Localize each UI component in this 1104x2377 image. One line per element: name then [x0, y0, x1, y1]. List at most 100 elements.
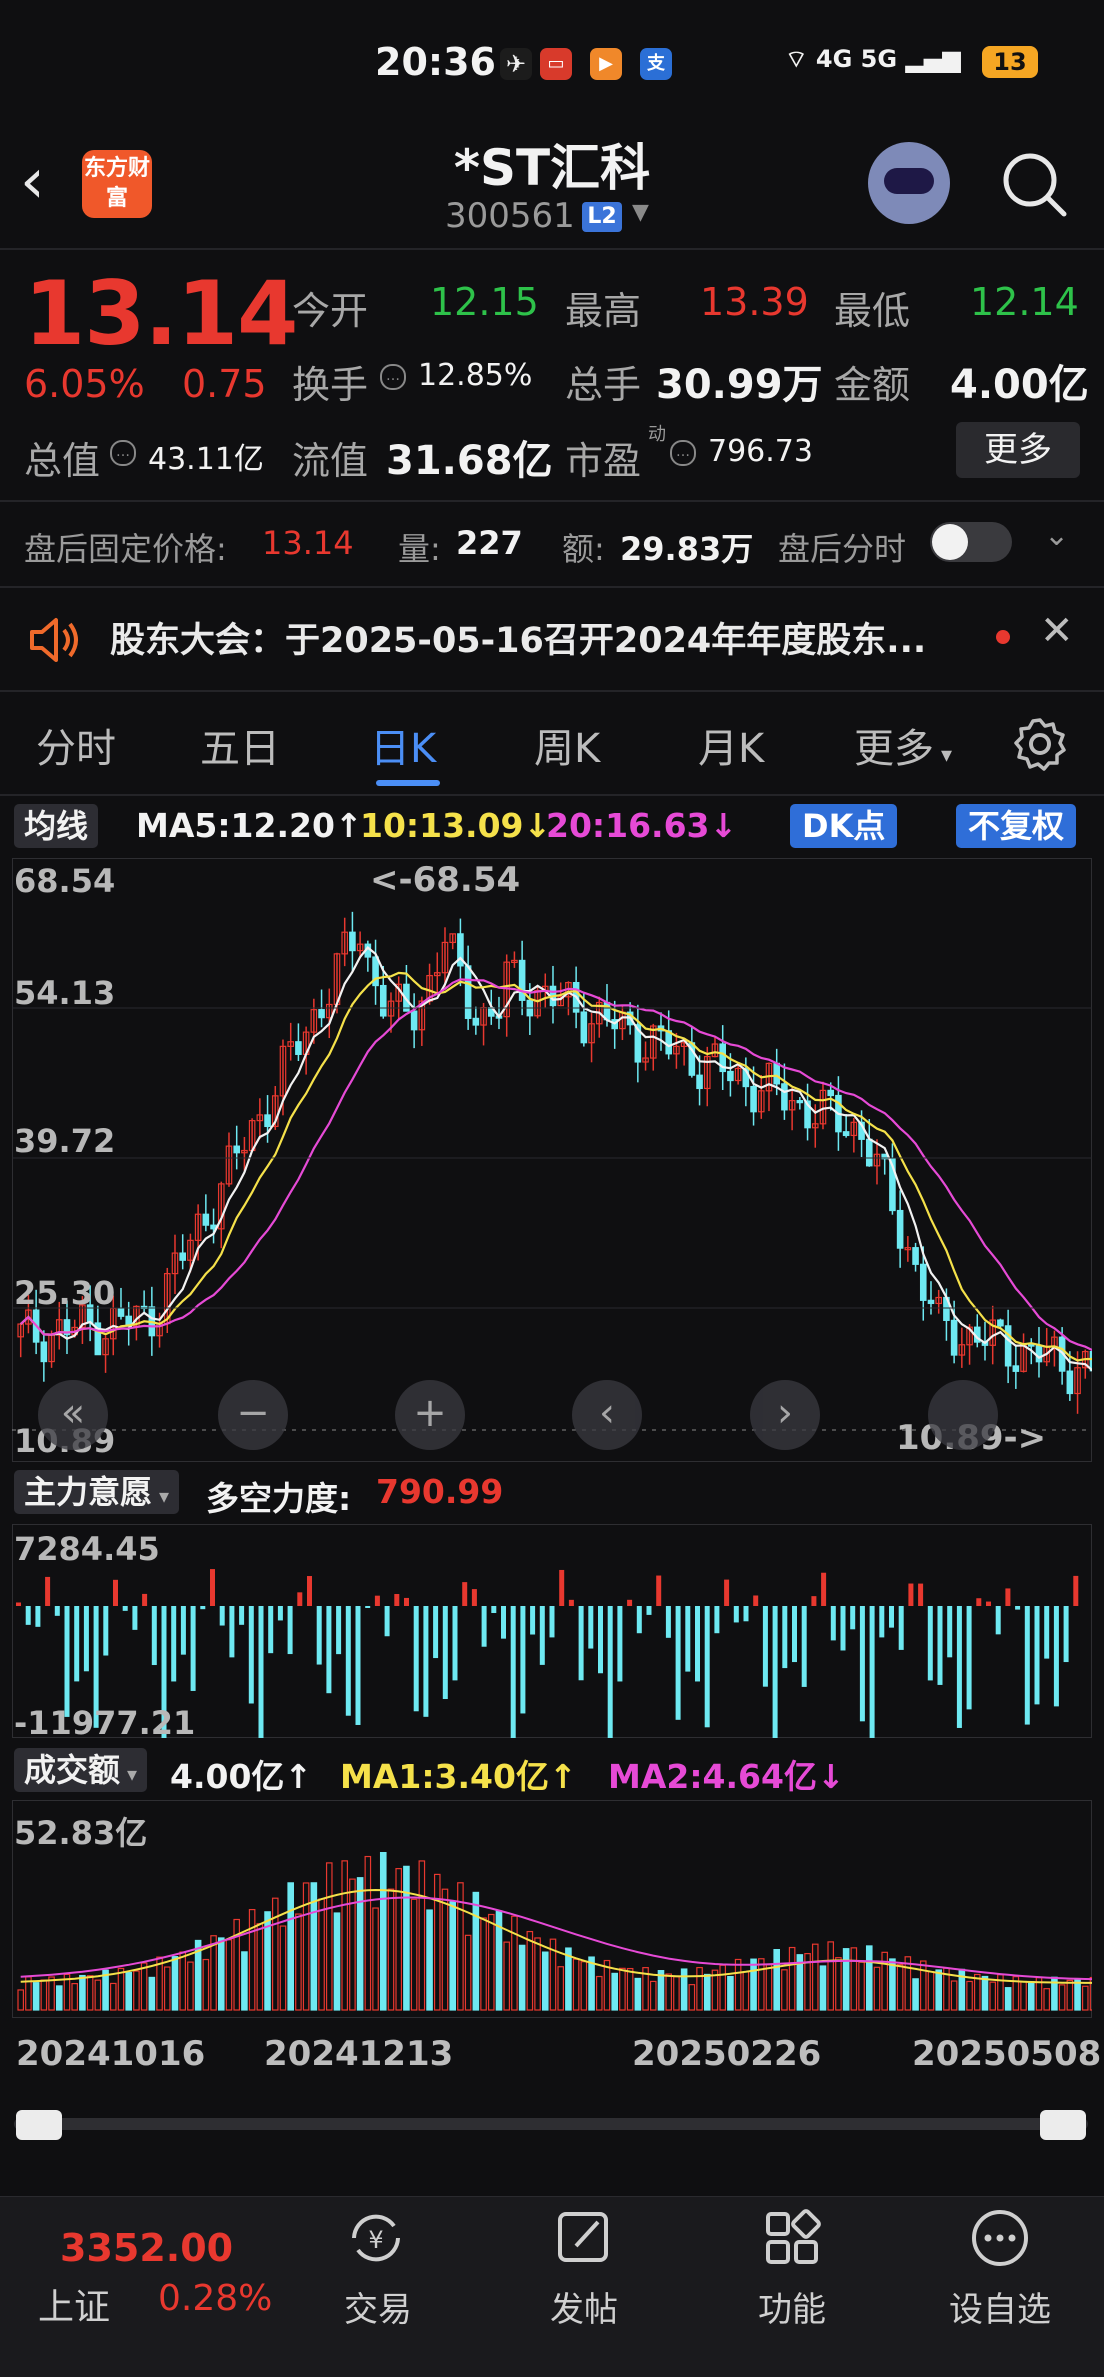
- flow-bar: [1034, 1606, 1040, 1705]
- nav-watchlist[interactable]: 设自选: [930, 2282, 1070, 2331]
- close-icon[interactable]: ✕: [1040, 608, 1074, 654]
- speaker-icon: [30, 618, 78, 662]
- volume-bar: [719, 1964, 727, 2011]
- volume-bar: [279, 1925, 287, 2011]
- zoom-in-button[interactable]: +: [395, 1380, 465, 1450]
- flow-bar: [326, 1606, 332, 1694]
- nav-post[interactable]: 发帖: [514, 2282, 654, 2331]
- info-icon[interactable]: …: [670, 440, 696, 466]
- volume-indicator-selector[interactable]: 成交额 ▾: [14, 1748, 148, 1792]
- high-label: 最高: [565, 289, 642, 333]
- flow-bar: [151, 1606, 157, 1666]
- level2-badge[interactable]: L2: [582, 202, 622, 232]
- active-tab-indicator: [376, 780, 440, 786]
- volume-bar: [133, 1970, 140, 2011]
- volume-bar: [850, 1947, 858, 2011]
- svg-text:¥: ¥: [368, 2226, 383, 2254]
- notice-text[interactable]: 股东大会：于2025-05-16召开2024年年度股东...: [110, 612, 970, 663]
- info-icon[interactable]: …: [110, 440, 136, 466]
- trade-icon[interactable]: ¥: [344, 2206, 408, 2270]
- volume-bar: [688, 1984, 696, 2011]
- volume-bar: [1027, 1981, 1035, 2011]
- no-adjust-button[interactable]: 不复权: [956, 804, 1077, 848]
- volume-ma2-line: [20, 1896, 1092, 1981]
- volume-bar: [811, 1943, 819, 2011]
- zoom-out-button[interactable]: −: [218, 1380, 288, 1450]
- tab-intraday[interactable]: 分时: [36, 716, 116, 774]
- flow-bar: [336, 1606, 342, 1655]
- index-name[interactable]: 上证: [38, 2278, 110, 2330]
- candle-body: [349, 931, 356, 952]
- candle-body: [179, 1252, 187, 1261]
- volume-bar: [148, 1976, 156, 2011]
- volume-bar: [202, 1958, 210, 2011]
- video-app-icon: ▶: [590, 48, 622, 80]
- info-icon[interactable]: …: [380, 364, 406, 390]
- kline-chart[interactable]: [12, 858, 1092, 1462]
- flow-bar: [549, 1606, 555, 1638]
- flow-bar: [724, 1579, 730, 1606]
- flow-bar: [821, 1572, 827, 1606]
- tab-daily-k[interactable]: 日K: [370, 716, 436, 774]
- range-end-handle[interactable]: [1040, 2110, 1086, 2140]
- tab-more[interactable]: 更多 ▾: [854, 716, 952, 774]
- more-button[interactable]: 更多: [956, 422, 1080, 478]
- range-start-handle[interactable]: [16, 2110, 62, 2140]
- volume-bar: [580, 1961, 588, 2011]
- alipay-icon: 支: [640, 48, 672, 80]
- range-track[interactable]: [14, 2118, 1088, 2130]
- volume-chart[interactable]: [12, 1800, 1092, 2018]
- flow-bar: [277, 1606, 283, 1621]
- index-change[interactable]: 0.28%: [158, 2278, 272, 2319]
- flow-bar: [307, 1576, 312, 1606]
- flow-bar: [792, 1606, 797, 1663]
- scroll-left-button[interactable]: ‹: [572, 1380, 642, 1450]
- scroll-right-button[interactable]: ›: [750, 1380, 820, 1450]
- date-label: 20250226: [632, 2034, 822, 2074]
- flow-bar: [345, 1606, 351, 1716]
- volume-bar: [410, 1898, 418, 2011]
- volume-bar: [649, 1980, 657, 2011]
- flow-bar: [704, 1606, 710, 1728]
- volume-bar: [511, 1915, 518, 2011]
- tab-five-day[interactable]: 五日: [200, 716, 280, 774]
- flow-indicator-selector[interactable]: 主力意愿 ▾: [14, 1470, 180, 1514]
- flow-indicator-label: 主力意愿: [24, 1473, 153, 1511]
- search-icon[interactable]: [1000, 150, 1070, 220]
- ma-selector[interactable]: 均线: [14, 804, 99, 848]
- gear-icon[interactable]: [1012, 716, 1068, 772]
- more-dots-icon[interactable]: [968, 2206, 1032, 2270]
- nav-functions[interactable]: 功能: [722, 2282, 862, 2331]
- flow-bar: [869, 1606, 875, 1738]
- flow-bar: [491, 1606, 497, 1614]
- volume-bar: [271, 1897, 279, 2011]
- chevron-down-icon[interactable]: ▼: [632, 200, 649, 225]
- dk-point-button[interactable]: DK点: [790, 804, 898, 848]
- flow-bar: [1005, 1588, 1011, 1606]
- volume-bar: [318, 1898, 325, 2011]
- candle-body: [750, 1085, 757, 1113]
- volume-bar: [989, 1981, 997, 2011]
- post-icon[interactable]: [552, 2206, 616, 2270]
- flow-bar: [501, 1606, 506, 1639]
- telegram-icon: ✈: [500, 48, 532, 80]
- volume-bar: [873, 1966, 881, 2011]
- kline-y-label: 39.72: [14, 1122, 116, 1160]
- nav-trade[interactable]: 交易: [308, 2282, 448, 2331]
- index-value[interactable]: 3352.00: [60, 2226, 233, 2270]
- tab-monthly-k[interactable]: 月K: [698, 716, 764, 774]
- chevron-down-icon[interactable]: ⌄: [1044, 518, 1069, 553]
- flow-bar: [530, 1606, 536, 1635]
- cursor-button[interactable]: [928, 1380, 998, 1450]
- divider: [0, 690, 1104, 692]
- volume-bar: [526, 1930, 534, 2011]
- tab-weekly-k[interactable]: 周K: [534, 716, 600, 774]
- pe-superscript: 动: [648, 424, 666, 445]
- flow-bar: [627, 1599, 633, 1606]
- volume-bar: [441, 1888, 449, 2011]
- functions-icon[interactable]: [760, 2206, 824, 2270]
- rewind-button[interactable]: «: [38, 1380, 108, 1450]
- volume-bar: [256, 1923, 264, 2011]
- divider: [0, 248, 1104, 250]
- flow-bar: [947, 1606, 953, 1658]
